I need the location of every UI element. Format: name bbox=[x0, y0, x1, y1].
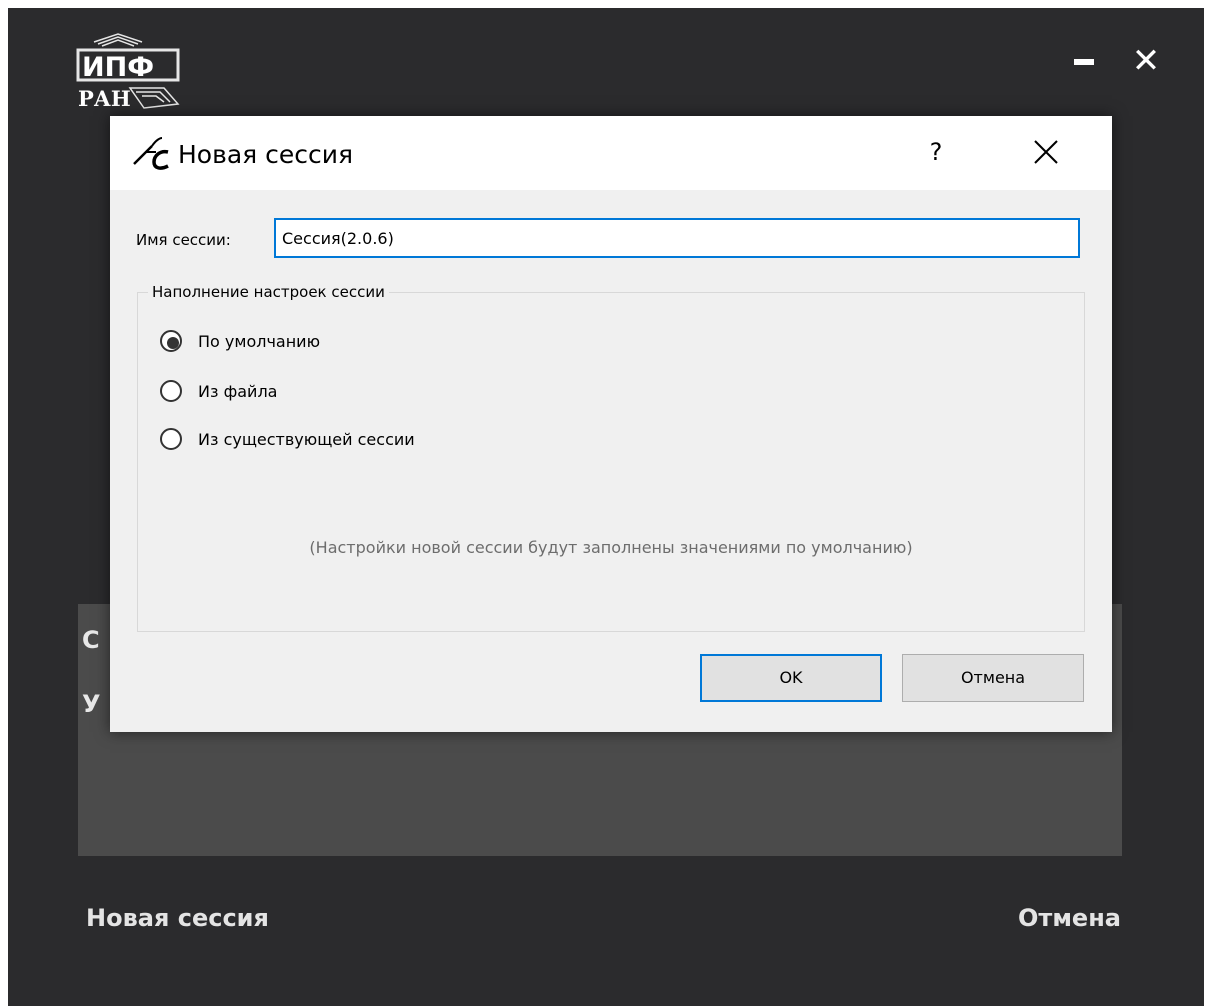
close-button[interactable]: ✕ bbox=[1130, 44, 1162, 78]
radio-label: Из файла bbox=[198, 382, 278, 401]
app-feather-icon bbox=[133, 137, 169, 170]
svg-text:РАН: РАН bbox=[78, 86, 131, 111]
group-title: Наполнение настроек сессии bbox=[148, 283, 389, 301]
radio-label: По умолчанию bbox=[198, 332, 321, 351]
radio-label: Из существующей сессии bbox=[198, 430, 415, 449]
dialog-title: Новая сессия bbox=[178, 140, 354, 169]
dialog-cancel-button[interactable]: Отмена bbox=[902, 654, 1084, 702]
dialog-titlebar[interactable]: Новая сессия ? bbox=[110, 116, 1112, 190]
radio-selected-dot bbox=[167, 337, 179, 349]
svg-text:ИПФ: ИПФ bbox=[82, 52, 154, 83]
session-name-input[interactable] bbox=[274, 218, 1080, 258]
radio-button[interactable] bbox=[160, 380, 182, 402]
session-name-label: Имя сессии: bbox=[136, 231, 231, 249]
cancel-button[interactable]: Отмена bbox=[1018, 904, 1121, 932]
new-session-button[interactable]: Новая сессия bbox=[86, 904, 269, 932]
radio-button[interactable] bbox=[160, 330, 182, 352]
background-panel-text: У bbox=[82, 690, 101, 718]
app-logo: ИПФ РАН bbox=[76, 33, 180, 111]
close-icon: ✕ bbox=[1131, 41, 1161, 81]
help-button[interactable]: ? bbox=[918, 134, 954, 170]
ok-button[interactable]: OK bbox=[700, 654, 882, 702]
minimize-button[interactable] bbox=[1068, 50, 1100, 74]
background-panel-text: С bbox=[82, 626, 100, 654]
hint-text: (Настройки новой сессии будут заполнены … bbox=[309, 538, 913, 557]
radio-button[interactable] bbox=[160, 428, 182, 450]
new-session-dialog: Новая сессия ? Имя сессии: Наполнение на… bbox=[110, 116, 1112, 732]
close-icon[interactable] bbox=[1028, 132, 1064, 172]
